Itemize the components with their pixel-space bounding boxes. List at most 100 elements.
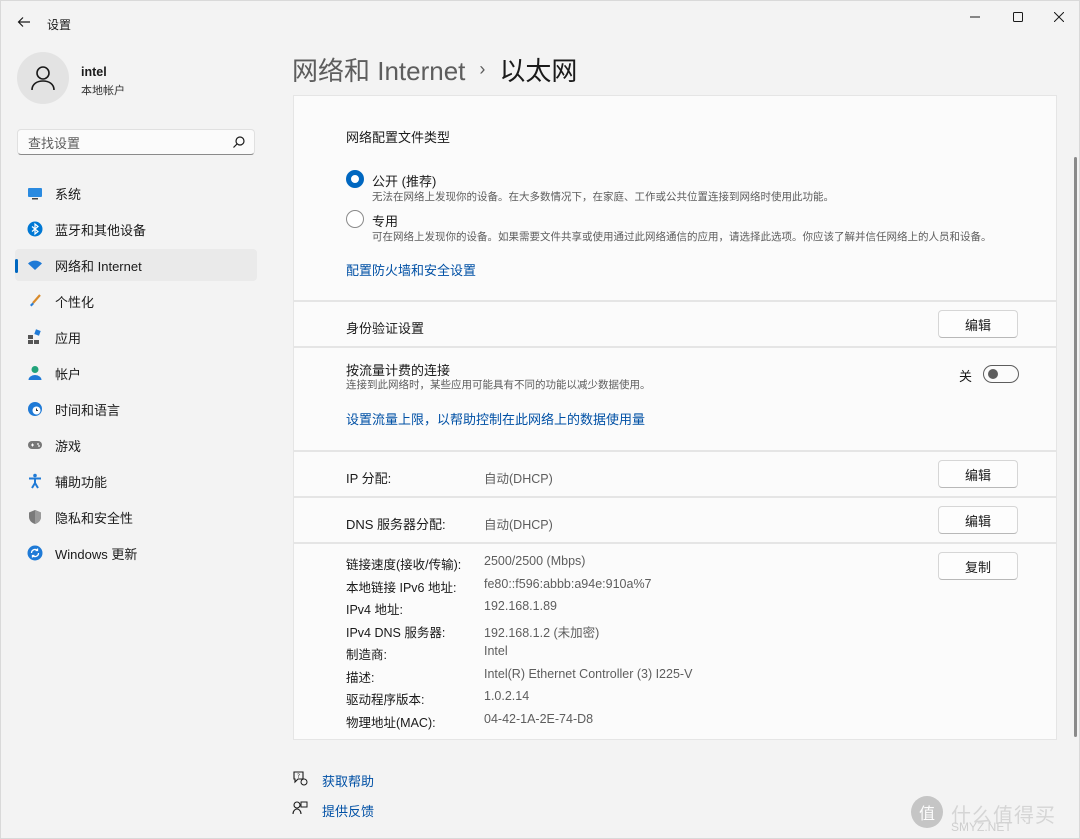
metered-card: 按流量计费的连接 连接到此网络时，某些应用可能具有不同的功能以减少数据使用。 关… — [293, 347, 1057, 451]
chevron-right-icon: › — [479, 59, 486, 79]
sidebar-item-system[interactable]: 系统 — [15, 177, 257, 209]
sidebar-nav: 系统 蓝牙和其他设备 网络和 Internet 个性化 应用 帐户 时间和语言 — [15, 177, 257, 573]
minimize-icon — [970, 16, 980, 18]
sidebar-item-network[interactable]: 网络和 Internet — [15, 249, 257, 281]
breadcrumb-parent[interactable]: 网络和 Internet — [292, 51, 465, 88]
page-title: 以太网 — [499, 56, 578, 86]
prop-value: 04-42-1A-2E-74-D8 — [484, 712, 594, 726]
watermark-sub: SMYZ.NET — [951, 820, 1012, 834]
watermark-badge: 值 — [911, 796, 943, 828]
prop-label: 物理地址(MAC): — [346, 716, 436, 730]
app-title: 设置 — [47, 18, 72, 32]
sidebar-item-windows-update[interactable]: Windows 更新 — [15, 537, 257, 569]
sidebar-item-label: 蓝牙和其他设备 — [55, 222, 147, 238]
radio-private-label[interactable]: 专用 — [372, 211, 398, 230]
prop-value: 192.168.1.2 (未加密) — [484, 626, 600, 640]
sidebar-item-apps[interactable]: 应用 — [15, 321, 257, 353]
sidebar-item-accounts[interactable]: 帐户 — [15, 357, 257, 389]
sidebar-item-accessibility[interactable]: 辅助功能 — [15, 465, 257, 497]
radio-private-desc: 可在网络上发现你的设备。如果需要文件共享或使用通过此网络通信的应用，请选择此选项… — [372, 231, 992, 243]
breadcrumb: 网络和 Internet › 以太网 — [292, 51, 577, 88]
person-icon — [28, 366, 42, 380]
radio-private[interactable] — [346, 210, 364, 228]
sidebar-item-label: 时间和语言 — [55, 402, 121, 418]
prop-value: fe80::f596:abbb:a94e:910a%7 — [484, 577, 652, 591]
dns-card: DNS 服务器分配: 自动(DHCP) 编辑 — [293, 497, 1057, 543]
toggle-knob — [988, 369, 998, 379]
sidebar-item-label: 隐私和安全性 — [55, 510, 134, 526]
wifi-icon — [28, 260, 42, 270]
auth-label: 身份验证设置 — [346, 321, 425, 336]
prop-label: 本地链接 IPv6 地址: — [346, 581, 457, 595]
metered-toggle[interactable] — [983, 365, 1019, 383]
title-bar: 设置 — [1, 1, 1079, 41]
properties-card: 复制 链接速度(接收/传输): 2500/2500 (Mbps) 本地链接 IP… — [293, 543, 1057, 740]
prop-label: 链接速度(接收/传输): — [346, 558, 462, 572]
sidebar-item-label: 辅助功能 — [55, 474, 108, 490]
sidebar-item-label: 网络和 Internet — [55, 258, 142, 274]
auth-card: 身份验证设置 编辑 — [293, 301, 1057, 347]
brush-icon — [30, 294, 41, 307]
maximize-button[interactable] — [1004, 7, 1032, 27]
radio-public-label[interactable]: 公开 (推荐) — [372, 171, 436, 190]
watermark: 值 什么值得买 SMYZ.NET — [911, 796, 1071, 836]
sidebar-item-privacy[interactable]: 隐私和安全性 — [15, 501, 257, 533]
back-button[interactable] — [13, 11, 35, 33]
sidebar-item-personalization[interactable]: 个性化 — [15, 285, 257, 317]
network-profile-card: 网络配置文件类型 公开 (推荐) 无法在网络上发现你的设备。在大多数情况下，在家… — [293, 95, 1057, 301]
get-help-link[interactable]: 获取帮助 — [322, 771, 374, 790]
sidebar-item-label: 游戏 — [55, 438, 82, 454]
sidebar-item-gaming[interactable]: 游戏 — [15, 429, 257, 461]
prop-label: 制造商: — [346, 648, 387, 662]
radio-public-desc: 无法在网络上发现你的设备。在大多数情况下，在家庭、工作或公共位置连接到网络时使用… — [372, 191, 834, 203]
metered-toggle-state: 关 — [959, 369, 973, 384]
search-box[interactable] — [17, 129, 255, 156]
dns-edit-button[interactable]: 编辑 — [938, 506, 1018, 534]
auth-edit-button[interactable]: 编辑 — [938, 310, 1018, 338]
apps-icon — [28, 329, 41, 344]
sidebar-item-label: 个性化 — [55, 294, 95, 310]
firewall-settings-link[interactable]: 配置防火墙和安全设置 — [346, 260, 476, 279]
content-area: 网络配置文件类型 公开 (推荐) 无法在网络上发现你的设备。在大多数情况下，在家… — [293, 95, 1057, 740]
monitor-icon — [28, 188, 42, 200]
person-icon — [31, 66, 55, 91]
update-icon — [27, 545, 43, 561]
copy-button[interactable]: 复制 — [938, 552, 1018, 580]
profile-section-title: 网络配置文件类型 — [346, 130, 451, 145]
prop-label: 驱动程序版本: — [346, 693, 425, 707]
sidebar-item-label: Windows 更新 — [55, 546, 138, 562]
sidebar-item-label: 应用 — [55, 330, 82, 346]
feedback-link[interactable]: 提供反馈 — [322, 801, 374, 820]
close-icon — [1054, 12, 1064, 22]
sidebar-item-time-language[interactable]: 时间和语言 — [15, 393, 257, 425]
close-button[interactable] — [1045, 7, 1073, 27]
prop-value: 1.0.2.14 — [484, 689, 530, 703]
clock-globe-icon — [28, 402, 42, 416]
sidebar-item-label: 帐户 — [55, 366, 82, 382]
sidebar-item-bluetooth[interactable]: 蓝牙和其他设备 — [15, 213, 257, 245]
search-input[interactable] — [26, 130, 230, 156]
gamepad-icon — [28, 441, 42, 449]
shield-icon — [29, 510, 41, 524]
user-name: intel — [81, 65, 107, 79]
ip-label: IP 分配: — [346, 471, 392, 486]
minimize-button[interactable] — [961, 7, 989, 27]
sidebar-item-label: 系统 — [55, 186, 82, 202]
radio-public[interactable] — [346, 170, 364, 188]
search-icon[interactable] — [232, 135, 246, 149]
settings-window: 设置 intel 本地帐户 系统 蓝牙和其他设备 网络和 Interne — [0, 0, 1080, 839]
svg-text:?: ? — [297, 773, 300, 780]
avatar[interactable] — [17, 52, 69, 104]
prop-label: 描述: — [346, 671, 375, 685]
feedback-icon — [292, 801, 308, 815]
scrollbar[interactable] — [1074, 157, 1077, 737]
help-icon: ? — [293, 771, 308, 786]
dns-value: 自动(DHCP) — [484, 518, 553, 532]
data-limit-link[interactable]: 设置流量上限，以帮助控制在此网络上的数据使用量 — [346, 409, 645, 428]
ip-edit-button[interactable]: 编辑 — [938, 460, 1018, 488]
prop-value: Intel — [484, 644, 508, 658]
prop-value: Intel(R) Ethernet Controller (3) I225-V — [484, 667, 693, 681]
maximize-icon — [1013, 12, 1023, 22]
prop-label: IPv4 DNS 服务器: — [346, 626, 446, 640]
dns-label: DNS 服务器分配: — [346, 517, 446, 532]
